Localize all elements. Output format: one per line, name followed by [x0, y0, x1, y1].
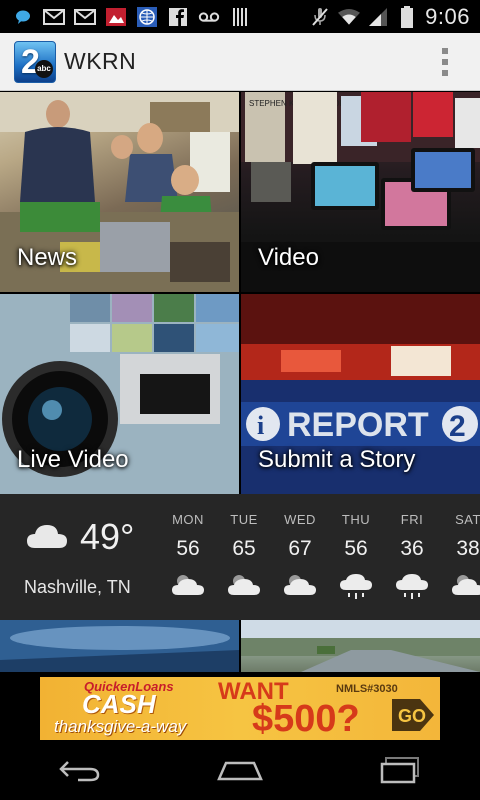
photo-icon [105, 6, 127, 28]
svg-text:i: i [257, 411, 264, 440]
gmail-icon [74, 6, 96, 28]
globe-icon [136, 6, 158, 28]
tile-label-news: News [17, 244, 78, 271]
weather-panel[interactable]: 49° Nashville, TN MON 56 TUE 65 WED 67 T… [0, 494, 480, 620]
current-weather: 49° [26, 516, 134, 558]
ad-banner[interactable]: QuickenLoans CASH thanksgive-a-way WANT … [40, 677, 440, 740]
tile-label-video: Video [258, 244, 319, 271]
status-bar: 9:06 [0, 0, 480, 33]
signal-icon [367, 6, 389, 28]
partly-cloudy-icon [227, 573, 261, 602]
section-grid: News STEPHEN KING DOCTOR V [0, 92, 480, 494]
wifi-icon [338, 6, 361, 28]
back-icon[interactable] [50, 748, 110, 792]
forecast-day: SAT 38 [440, 512, 480, 606]
forecast-temp: 36 [400, 537, 424, 560]
report-number: 2 [449, 410, 466, 443]
storm-photo [0, 620, 239, 672]
forecast-day-name: FRI [400, 512, 424, 527]
forecast-day: WED 67 [272, 512, 328, 606]
rain-icon [395, 573, 429, 606]
partly-cloudy-icon [283, 573, 317, 602]
mute-icon [309, 6, 331, 28]
tile-label-live-video: Live Video [17, 446, 129, 473]
status-time: 9:06 [425, 3, 470, 29]
forecast-day-name: THU [341, 512, 371, 527]
tile-traffic-photo[interactable] [241, 620, 480, 672]
ad-go-label: GO [398, 706, 426, 726]
gmail-icon [43, 6, 65, 28]
highway-photo [241, 620, 480, 672]
cloud-icon [26, 520, 68, 555]
screen: 9:06 2 abc WKRN News STEPHEN Video Live … [0, 0, 480, 800]
tile-video[interactable]: STEPHEN KING DOCTOR Video [241, 92, 480, 292]
tile-submit-story[interactable]: i REPORT 2 Submit a Story [241, 294, 480, 494]
forecast-list: MON 56 TUE 65 WED 67 THU 56 FRI 36 SAT 3… [160, 512, 480, 606]
forecast-day: FRI 36 [384, 512, 440, 606]
forecast-temp: 38 [456, 537, 480, 560]
forecast-temp: 56 [176, 537, 200, 560]
tile-news[interactable]: News [0, 92, 239, 292]
ad-tagline: thanksgive-a-way [54, 717, 187, 736]
forecast-day-name: MON [172, 512, 204, 527]
report-text: REPORT [287, 406, 429, 444]
logo-badge: abc [35, 59, 53, 78]
overflow-menu-icon[interactable] [442, 47, 450, 76]
action-bar: 2 abc WKRN [0, 33, 480, 91]
tile-label-submit-story: Submit a Story [258, 446, 416, 473]
weather-location: Nashville, TN [24, 577, 131, 597]
barcode-icon [229, 6, 251, 28]
navigation-bar [0, 740, 480, 800]
ad-go-button[interactable]: GO [390, 695, 436, 735]
tile-weather-photo[interactable] [0, 620, 239, 672]
ad-cash: CASH [82, 689, 156, 719]
recent-apps-icon[interactable] [370, 748, 430, 792]
forecast-day: THU 56 [328, 512, 384, 606]
forecast-day-name: TUE [230, 512, 258, 527]
forecast-day: TUE 65 [216, 512, 272, 606]
app-title: WKRN [64, 48, 137, 74]
ad-amount: $500? [252, 698, 360, 740]
battery-icon [396, 5, 418, 28]
forecast-temp: 65 [232, 537, 256, 560]
voicemail-icon [198, 6, 220, 28]
ad-nmls: NMLS#3030 [336, 683, 398, 695]
forecast-day: MON 56 [160, 512, 216, 606]
home-icon[interactable] [210, 748, 270, 792]
current-temp: 49° [80, 516, 135, 557]
tile-live-video[interactable]: Live Video [0, 294, 239, 494]
chat-icon [12, 6, 34, 28]
forecast-temp: 56 [344, 537, 368, 560]
rain-icon [339, 573, 373, 606]
forecast-day-name: SAT [455, 512, 480, 527]
partly-cloudy-icon [171, 573, 205, 602]
facebook-icon [167, 6, 189, 28]
partly-cloudy-icon [451, 573, 480, 602]
forecast-day-name: WED [284, 512, 316, 527]
app-logo[interactable]: 2 abc [14, 40, 56, 83]
forecast-temp: 67 [288, 537, 312, 560]
